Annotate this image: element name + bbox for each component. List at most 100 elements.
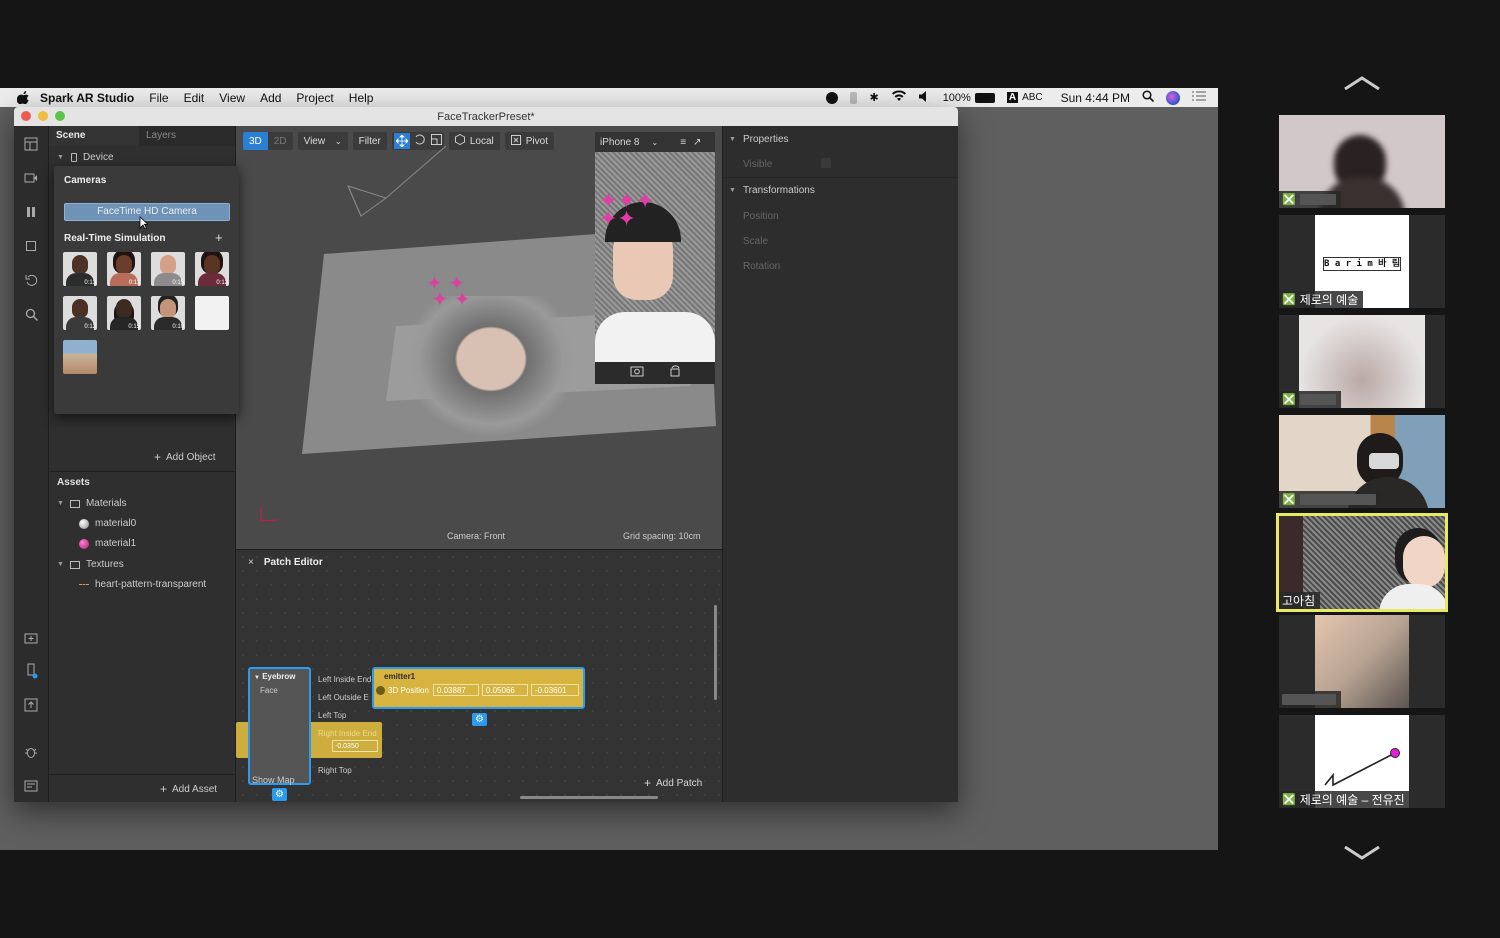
settings-icon[interactable]: ⚙: [272, 788, 287, 801]
volume-icon[interactable]: [918, 90, 931, 105]
material-sphere-icon: [79, 538, 89, 549]
apple-icon[interactable]: [16, 91, 30, 105]
clock[interactable]: Sun 4:44 PM: [1061, 91, 1130, 105]
menu-help[interactable]: Help: [349, 91, 374, 105]
collapse-icon[interactable]: ▼: [254, 675, 260, 681]
simulation-video-thumb[interactable]: 0:15: [107, 296, 141, 330]
layout-icon[interactable]: [23, 136, 39, 152]
chevron-up-icon[interactable]: [1344, 76, 1380, 95]
port-left-outside[interactable]: Left Outside E: [318, 693, 377, 702]
capture-icon[interactable]: [630, 364, 644, 382]
menu-view[interactable]: View: [219, 91, 245, 105]
emitter-patch-node[interactable]: emitter1 3D Position 0.03887 0.05066 -0.…: [372, 667, 585, 709]
simulation-video-thumb[interactable]: 0:15: [151, 252, 185, 286]
video-icon[interactable]: [23, 170, 39, 186]
close-patch-editor-icon[interactable]: ×: [248, 557, 254, 568]
upload-icon[interactable]: [23, 697, 39, 713]
folder-icon: [69, 499, 80, 508]
participant-tile[interactable]: B a r i m 바 림 ❎ 제로의 예술: [1279, 215, 1445, 308]
input-method-icon[interactable]: A: [1006, 92, 1019, 103]
participant-tile[interactable]: [1279, 615, 1445, 708]
device-selector[interactable]: iPhone 8: [600, 137, 639, 148]
simulation-video-thumb[interactable]: 0:12: [195, 252, 229, 286]
participant-tile[interactable]: ❎: [1279, 415, 1445, 508]
show-map-label[interactable]: Show Map: [252, 775, 295, 785]
add-simulation-icon[interactable]: +: [215, 230, 223, 245]
simulation-video-thumb[interactable]: 0:13: [63, 252, 97, 286]
add-patch-label: Add Patch: [656, 777, 703, 789]
close-window-button[interactable]: [21, 111, 31, 121]
port-left-top[interactable]: Left Top: [318, 711, 377, 720]
console-icon[interactable]: [23, 778, 39, 794]
disclosure-triangle-icon[interactable]: ▼: [729, 136, 736, 143]
menu-add[interactable]: Add: [260, 91, 281, 105]
battery-icon[interactable]: [974, 92, 995, 103]
restart-icon[interactable]: [23, 272, 39, 288]
simulation-blank-thumb[interactable]: [195, 296, 229, 330]
menu-icon[interactable]: ≡: [680, 137, 686, 148]
material0-row[interactable]: material0: [79, 518, 136, 529]
minimize-window-button[interactable]: [38, 111, 48, 121]
record-icon[interactable]: [826, 91, 839, 104]
simulation-video-thumb[interactable]: 0:11: [107, 252, 141, 286]
bluetooth-icon[interactable]: ✱: [869, 91, 878, 104]
disclosure-triangle-icon[interactable]: ▼: [57, 561, 64, 568]
participant-tile[interactable]: ❎ 제로의 예술 – 전유진: [1279, 715, 1445, 808]
participant-tile[interactable]: ❎: [1279, 115, 1445, 208]
siri-icon[interactable]: [1166, 90, 1180, 105]
add-asset-button[interactable]: + Add Asset: [160, 782, 217, 796]
bug-report-icon[interactable]: [23, 744, 39, 760]
app-name-menu[interactable]: Spark AR Studio: [40, 91, 134, 105]
search-icon[interactable]: [23, 306, 39, 322]
emitter-y-field[interactable]: 0.05066: [481, 684, 528, 696]
add-patch-button[interactable]: + Add Patch: [644, 776, 702, 790]
chevron-down-icon[interactable]: [1344, 845, 1380, 865]
menu-file[interactable]: File: [149, 91, 168, 105]
scene-viewport[interactable]: 3D 2D View ⌄ Filter Local Pivot ✦ ✦ ✦ ✦ …: [236, 126, 722, 549]
wifi-icon[interactable]: [891, 90, 907, 105]
port-left-inside-end[interactable]: Left Inside End: [318, 675, 377, 684]
disclosure-triangle-icon[interactable]: ▼: [729, 187, 736, 194]
simulation-scene-thumb[interactable]: [63, 340, 97, 374]
disclosure-triangle-icon[interactable]: ▼: [57, 154, 64, 161]
properties-section[interactable]: ▼ Properties: [729, 134, 789, 145]
tab-layers[interactable]: Layers: [139, 126, 183, 146]
disclosure-triangle-icon[interactable]: ▼: [57, 500, 64, 507]
settings-icon[interactable]: ⚙: [472, 713, 487, 726]
patch-hscrollbar[interactable]: [520, 796, 658, 799]
popout-icon[interactable]: ↗: [693, 137, 701, 148]
simulation-video-thumb[interactable]: 0:12: [63, 296, 97, 330]
patch-editor[interactable]: × Patch Editor ▼ Eyebrow Face Show Map -…: [236, 549, 722, 802]
material1-row[interactable]: material1: [79, 538, 136, 549]
patch-scrollbar[interactable]: [714, 605, 717, 700]
participant-tile-active[interactable]: 고아침: [1276, 513, 1448, 612]
device-preview-icon[interactable]: [23, 663, 39, 679]
zoom-window-button[interactable]: [55, 111, 65, 121]
rotate-device-icon[interactable]: [669, 364, 681, 382]
spotlight-search-icon[interactable]: [1142, 90, 1155, 105]
battery-menu-icon[interactable]: [850, 91, 858, 104]
add-object-button[interactable]: + Add Object: [154, 450, 216, 464]
chevron-down-icon[interactable]: ⌄: [651, 138, 658, 147]
stop-icon[interactable]: [23, 238, 39, 254]
textures-folder[interactable]: ▼ Textures: [57, 559, 124, 570]
input-port-icon[interactable]: [376, 685, 385, 695]
emitter-x-field[interactable]: 0.03887: [432, 684, 479, 696]
participant-tile[interactable]: ❎: [1279, 315, 1445, 408]
menu-project[interactable]: Project: [296, 91, 333, 105]
import-icon[interactable]: [23, 629, 39, 645]
menu-edit[interactable]: Edit: [184, 91, 205, 105]
port-right-inside-end[interactable]: Right Inside End: [318, 729, 377, 738]
notification-center-icon[interactable]: [1192, 91, 1206, 104]
transformations-section[interactable]: ▼ Transformations: [729, 185, 815, 196]
pause-icon[interactable]: [23, 204, 39, 220]
eyebrow-patch-node[interactable]: ▼ Eyebrow Face Show Map: [248, 667, 311, 785]
port-right-top[interactable]: Right Top: [318, 766, 377, 775]
emitter-z-field[interactable]: -0.03601: [530, 684, 579, 696]
materials-folder[interactable]: ▼ Materials: [57, 498, 127, 509]
tab-scene[interactable]: Scene: [49, 126, 139, 146]
texture-row[interactable]: heart-pattern-transparent: [79, 579, 206, 590]
device-row[interactable]: ▼ Device: [57, 152, 114, 163]
visible-checkbox[interactable]: [821, 158, 831, 168]
simulation-video-thumb[interactable]: 0:10: [151, 296, 185, 330]
